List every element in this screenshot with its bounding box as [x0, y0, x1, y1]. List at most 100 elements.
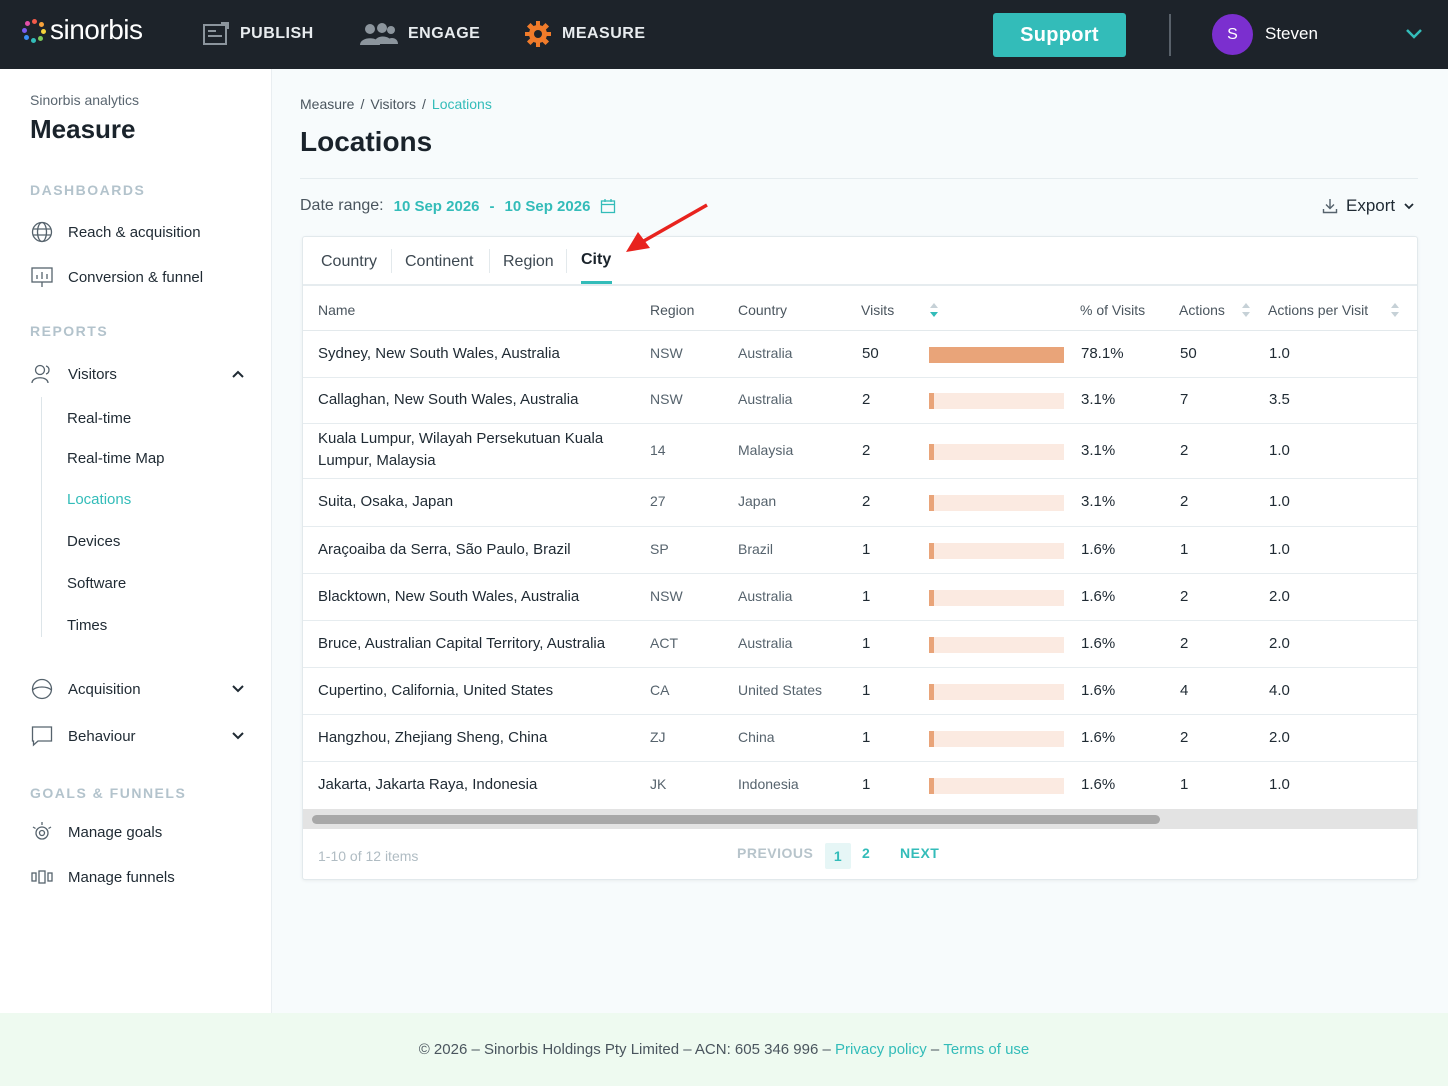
sidebar-item-reach-acquisition[interactable]: Reach & acquisition: [30, 220, 250, 244]
sinorbis-logo[interactable]: sinorbis: [22, 14, 143, 46]
date-to[interactable]: 10 Sep 2026: [505, 198, 591, 215]
table-row[interactable]: Kuala Lumpur, Wilayah Persekutuan Kuala …: [303, 424, 1417, 479]
cell-name: Bruce, Australian Capital Territory, Aus…: [318, 635, 606, 652]
column-actions-per-visit[interactable]: Actions per Visit: [1268, 302, 1368, 318]
breadcrumb-locations: Locations: [431, 96, 492, 112]
table-row[interactable]: Sydney, New South Wales, Australia NSW Aus…: [303, 332, 1417, 378]
cell-actions: 1: [1180, 776, 1189, 793]
table-row[interactable]: Araçoaiba da Serra, São Paulo, Brazil SP B…: [303, 527, 1417, 574]
cell-percent-of-visits: 1.6%: [1081, 588, 1116, 605]
table-row[interactable]: Cupertino, California, United States CA Un…: [303, 668, 1417, 715]
visits-share-bar: [929, 684, 1064, 700]
column-actions[interactable]: Actions: [1179, 302, 1225, 318]
sidebar-item-visitors[interactable]: Visitors: [30, 362, 250, 386]
page-title: Locations: [300, 126, 433, 157]
user-avatar[interactable]: S: [1212, 14, 1253, 55]
sidebar-subitem-real-time-map[interactable]: Real-time Map: [67, 450, 165, 467]
sort-descending-icon[interactable]: [929, 301, 939, 319]
topnav-engage[interactable]: ENGAGE: [358, 20, 480, 48]
page-2-button[interactable]: 2: [862, 845, 870, 861]
sidebar-item-acquisition[interactable]: Acquisition: [30, 677, 250, 701]
export-button[interactable]: Export: [1322, 196, 1415, 216]
terms-of-use-link[interactable]: Terms of use: [943, 1041, 1029, 1058]
visits-share-bar-fill: [929, 495, 934, 511]
tab-region[interactable]: Region: [503, 253, 554, 271]
previous-page-button[interactable]: PREVIOUS: [737, 845, 813, 861]
sidebar-subitem-devices[interactable]: Devices: [67, 533, 120, 550]
next-page-button[interactable]: NEXT: [900, 845, 939, 861]
cell-actions-per-visit: 1.0: [1269, 776, 1290, 793]
active-tab-indicator: [581, 281, 612, 284]
breadcrumb-visitors[interactable]: Visitors: [370, 96, 416, 112]
sidebar-item-label: Visitors: [68, 365, 117, 383]
visits-share-bar: [929, 495, 1064, 511]
sidebar-item-conversion-funnel[interactable]: Conversion & funnel: [30, 265, 250, 289]
topnav-publish[interactable]: PUBLISH: [202, 20, 314, 48]
table-row[interactable]: Blacktown, New South Wales, Australia NSW…: [303, 574, 1417, 621]
cell-visits: 2: [862, 391, 871, 408]
sidebar-item-label: Behaviour: [68, 727, 136, 745]
tab-continent[interactable]: Continent: [405, 253, 474, 271]
tab-separator: [391, 249, 392, 273]
cell-percent-of-visits: 1.6%: [1081, 682, 1116, 699]
cell-region: ACT: [650, 635, 678, 651]
cell-name: Jakarta, Jakarta Raya, Indonesia: [318, 776, 538, 793]
table-row[interactable]: Callaghan, New South Wales, Australia NSW…: [303, 378, 1417, 424]
table-row[interactable]: Bruce, Australian Capital Territory, Aus…: [303, 621, 1417, 668]
privacy-policy-link[interactable]: Privacy policy: [835, 1041, 927, 1058]
cell-visits: 1: [862, 588, 871, 605]
visits-share-bar: [929, 444, 1064, 460]
table-row[interactable]: Suita, Osaka, Japan 27 Japan 2 3.1% 2 1.0: [303, 479, 1417, 527]
horizontal-scrollbar[interactable]: [303, 809, 1417, 829]
cell-name: Cupertino, California, United States: [318, 682, 554, 699]
cell-country: Australia: [738, 635, 793, 651]
breadcrumb-separator: /: [422, 96, 426, 112]
cell-visits: 1: [862, 776, 871, 793]
cell-name: Kuala Lumpur, Wilayah Persekutuan Kuala …: [318, 430, 604, 469]
chart-icon: [30, 265, 54, 289]
cell-percent-of-visits: 3.1%: [1081, 442, 1116, 459]
sidebar-subitem-times[interactable]: Times: [67, 617, 107, 634]
sort-icon[interactable]: [1241, 301, 1251, 319]
sidebar-subitem-locations[interactable]: Locations: [67, 491, 131, 508]
chevron-up-icon[interactable]: [230, 366, 246, 382]
cell-actions: 2: [1180, 493, 1189, 510]
chevron-down-icon: [1403, 200, 1415, 212]
sort-icon[interactable]: [1390, 301, 1400, 319]
column-visits[interactable]: Visits: [861, 302, 894, 318]
sidebar-subitem-software[interactable]: Software: [67, 575, 126, 592]
table-row[interactable]: Jakarta, Jakarta Raya, Indonesia JK Indone…: [303, 762, 1417, 810]
tab-country[interactable]: Country: [321, 253, 377, 271]
scrollbar-thumb[interactable]: [312, 815, 1160, 824]
cell-country: Australia: [738, 345, 793, 361]
section-reports: REPORTS: [30, 323, 109, 339]
cell-percent-of-visits: 78.1%: [1081, 345, 1124, 362]
breadcrumb-measure[interactable]: Measure: [300, 96, 354, 112]
date-from[interactable]: 10 Sep 2026: [394, 198, 480, 215]
page-1-button[interactable]: 1: [825, 843, 851, 869]
cell-region: 27: [650, 493, 666, 509]
chevron-down-icon[interactable]: [1404, 24, 1424, 44]
cell-country: Australia: [738, 588, 793, 604]
sidebar-item-behaviour[interactable]: Behaviour: [30, 724, 250, 748]
sidebar-subitem-real-time[interactable]: Real-time: [67, 410, 131, 427]
submenu-guide-line: [41, 397, 42, 637]
topnav-measure-label: MEASURE: [562, 25, 646, 42]
acquisition-icon: [30, 677, 54, 701]
topnav-measure[interactable]: MEASURE: [524, 20, 646, 48]
calendar-icon[interactable]: [600, 198, 616, 214]
chevron-down-icon[interactable]: [230, 728, 246, 744]
cell-country: Malaysia: [738, 442, 794, 458]
table-row[interactable]: Hangzhou, Zhejiang Sheng, China ZJ China 1 1…: [303, 715, 1417, 762]
user-name[interactable]: Steven: [1265, 24, 1318, 44]
cell-region: 14: [650, 442, 666, 458]
locations-card: Country Continent Region City Name Regio…: [302, 236, 1418, 880]
tab-city[interactable]: City: [581, 251, 611, 269]
sidebar-item-manage-goals[interactable]: Manage goals: [30, 820, 250, 844]
sidebar-item-manage-funnels[interactable]: Manage funnels: [30, 865, 250, 889]
chevron-down-icon[interactable]: [230, 681, 246, 697]
cell-percent-of-visits: 1.6%: [1081, 541, 1116, 558]
support-button[interactable]: Support: [993, 13, 1126, 57]
column-region: Region: [650, 302, 695, 318]
column-country: Country: [738, 302, 788, 318]
